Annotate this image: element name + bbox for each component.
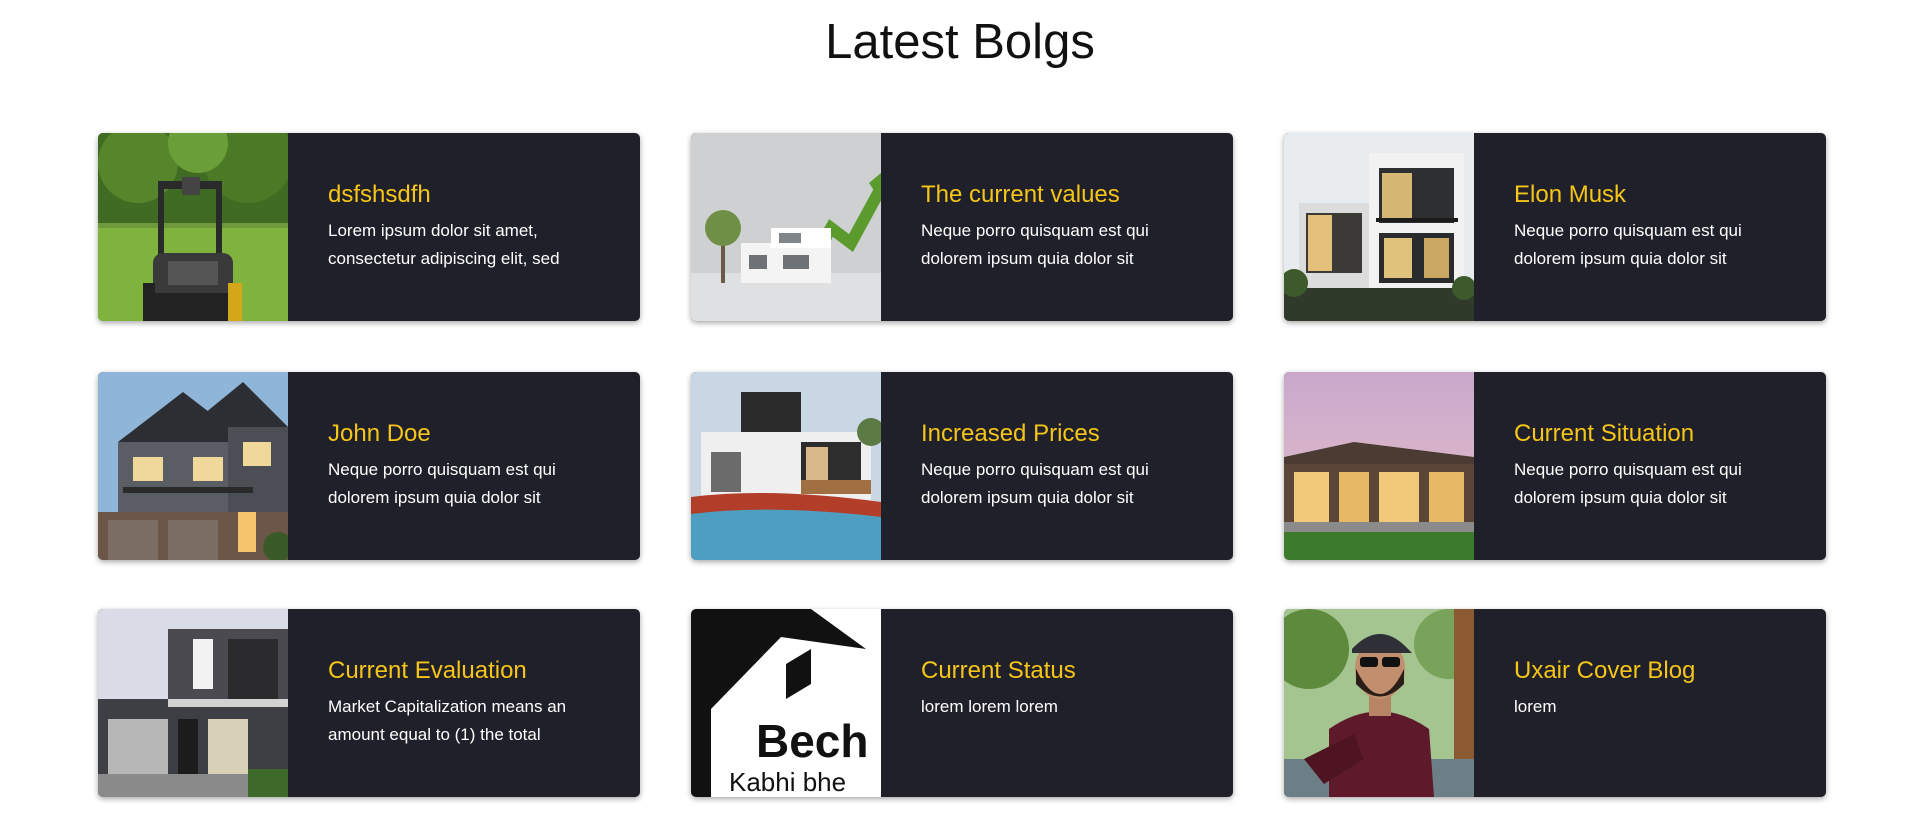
dusk-house-image [1284,372,1474,560]
stone-house-image [98,372,288,560]
blog-card[interactable]: John Doe Neque porro quisquam est qui do… [98,372,640,560]
post-title[interactable]: Uxair Cover Blog [1514,657,1814,685]
post-title[interactable]: Current Situation [1514,420,1814,448]
post-excerpt: Neque porro quisquam est qui dolorem ips… [328,460,556,507]
dark-house-photo[interactable] [98,609,288,797]
modern-villa-photo[interactable] [1284,133,1474,321]
post-title[interactable]: dsfshsdfh [328,181,628,209]
blog-card[interactable]: dsfshsdfh Lorem ipsum dolor sit amet, co… [98,133,640,321]
man-portrait-image [1284,609,1474,797]
modern-villa-image [1284,133,1474,321]
house-model-chart-photo[interactable] [691,133,881,321]
post-title[interactable]: John Doe [328,420,628,448]
post-title[interactable]: Elon Musk [1514,181,1814,209]
blog-grid: dsfshsdfh Lorem ipsum dolor sit amet, co… [0,0,1920,826]
stone-house-photo[interactable] [98,372,288,560]
post-excerpt: Neque porro quisquam est qui dolorem ips… [921,460,1149,507]
bech-logo: Bech Kabhi bhe [691,609,881,797]
post-excerpt: Neque porro quisquam est qui dolorem ips… [921,221,1149,268]
post-excerpt: lorem [1514,697,1557,716]
logo-subtext: Kabhi bhe [729,767,846,797]
pool-house-image [691,372,881,560]
blog-card[interactable]: Elon Musk Neque porro quisquam est qui d… [1284,133,1826,321]
post-excerpt: Neque porro quisquam est qui dolorem ips… [1514,221,1742,268]
blog-card[interactable]: The current values Neque porro quisquam … [691,133,1233,321]
lawn-mower-photo[interactable] [98,133,288,321]
blog-card[interactable]: Uxair Cover Blog lorem [1284,609,1826,797]
blog-card[interactable]: Increased Prices Neque porro quisquam es… [691,372,1233,560]
pool-house-photo[interactable] [691,372,881,560]
post-title[interactable]: Current Status [921,657,1221,685]
lawn-mower-image [98,133,288,321]
blog-card[interactable]: Current Situation Neque porro quisquam e… [1284,372,1826,560]
bech-logo-image[interactable]: Bech Kabhi bhe [691,609,881,797]
house-model-image [691,133,881,321]
post-excerpt: Neque porro quisquam est qui dolorem ips… [1514,460,1742,507]
post-title[interactable]: Increased Prices [921,420,1221,448]
man-portrait-photo[interactable] [1284,609,1474,797]
dusk-house-photo[interactable] [1284,372,1474,560]
blog-card[interactable]: Current Evaluation Market Capitalization… [98,609,640,797]
dark-house-image [98,609,288,797]
post-excerpt: Lorem ipsum dolor sit amet, consectetur … [328,221,560,268]
post-excerpt: Market Capitalization means an amount eq… [328,697,567,744]
blog-card[interactable]: Bech Kabhi bhe Current Status lorem lore… [691,609,1233,797]
post-title[interactable]: Current Evaluation [328,657,628,685]
post-title[interactable]: The current values [921,181,1221,209]
logo-text: Bech [756,715,868,767]
post-excerpt: lorem lorem lorem [921,697,1058,716]
